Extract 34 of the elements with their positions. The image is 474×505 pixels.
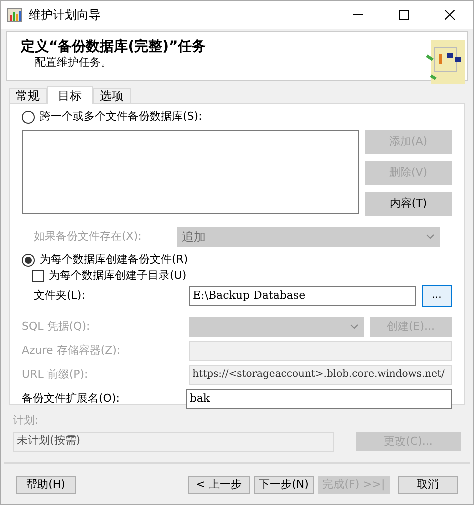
radio-label: 跨一个或多个文件备份数据库(S): [40, 110, 202, 124]
footer-button[interactable]: < 上一步 [188, 476, 250, 494]
header-title: 定义“备份数据库(完整)”任务 [21, 38, 206, 56]
footer-button[interactable]: 帮助(H) [16, 476, 76, 494]
field-label: Azure 存储容器(Z): [22, 344, 122, 358]
chevron-down-icon [426, 234, 435, 240]
field-label: URL 前缀(P): [22, 368, 90, 382]
radio-label: 为每个数据库创建备份文件(R) [40, 253, 188, 267]
close-icon [445, 10, 455, 20]
file-button[interactable]: 内容(T) [365, 192, 452, 216]
folder-field[interactable]: E:\Backup Database [189, 286, 416, 306]
browse-button[interactable]: ... [422, 285, 452, 307]
window-title: 维护计划向导 [29, 7, 101, 24]
maximize-icon [399, 10, 409, 20]
radio-button[interactable] [22, 254, 35, 266]
field-label: 如果备份文件存在(X): [33, 230, 143, 244]
field-label: 备份文件扩展名(O): [22, 392, 121, 406]
app-icon [7, 7, 23, 23]
wizard-folder-icon [425, 38, 465, 84]
footer-button[interactable]: 下一步(N) [254, 476, 314, 494]
checkbox[interactable] [32, 270, 44, 282]
tab[interactable]: 目标 [47, 86, 93, 104]
footer-button[interactable]: 取消 [398, 476, 458, 494]
file-list[interactable] [22, 130, 359, 214]
field-label: SQL 凭据(Q): [22, 320, 92, 334]
radio-button[interactable] [22, 110, 35, 124]
tab[interactable]: 常规 [9, 88, 47, 103]
checkbox-label: 为每个数据库创建子目录(U) [49, 269, 187, 283]
field-label: 文件夹(L): [33, 289, 86, 303]
chevron-down-icon [350, 324, 359, 330]
header-subtitle: 配置维护任务。 [34, 56, 113, 70]
extension-field[interactable]: bak [186, 389, 452, 409]
tab[interactable]: 选项 [93, 88, 131, 103]
schedule-label: 计划: [13, 413, 40, 429]
